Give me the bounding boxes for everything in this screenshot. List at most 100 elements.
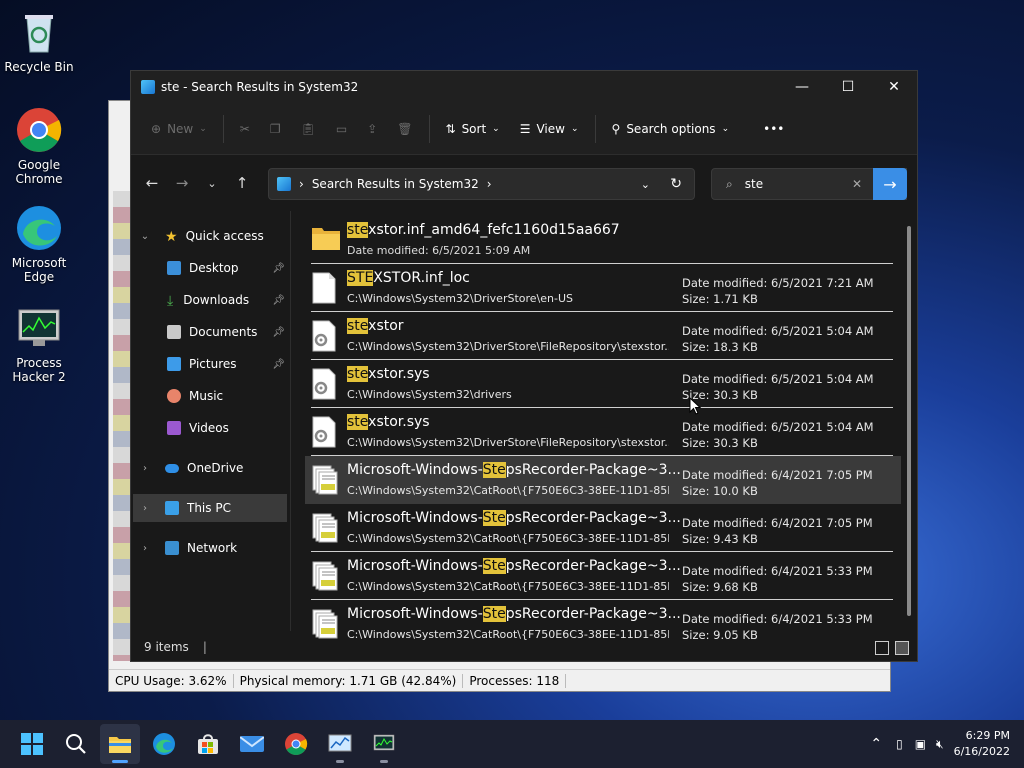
- desktop-icon-edge[interactable]: Microsoft Edge: [4, 204, 74, 284]
- sidebar-label: Network: [187, 541, 238, 555]
- result-row[interactable]: STEXSTOR.inf_loc C:\Windows\System32\Driv…: [305, 264, 901, 312]
- sidebar-item-network[interactable]: › Network: [131, 534, 289, 562]
- refresh-icon[interactable]: ↻: [670, 176, 682, 192]
- desktop-icon-label: Process: [16, 356, 62, 370]
- result-name: STEXSTOR.inf_loc: [347, 270, 470, 286]
- result-row[interactable]: stexstor C:\Windows\System32\DriverStore\…: [305, 312, 901, 360]
- item-count: 9 items: [144, 640, 189, 654]
- maximize-button[interactable]: ☐: [825, 71, 871, 103]
- search-button[interactable]: [56, 724, 96, 764]
- address-dropdown-icon[interactable]: ⌄: [641, 178, 650, 191]
- cut-button[interactable]: ✂: [230, 113, 260, 145]
- result-name: Microsoft-Windows-StepsRecorder-Package~…: [347, 606, 681, 622]
- forward-arrow-icon[interactable]: →: [167, 174, 197, 192]
- search-go-button[interactable]: →: [873, 168, 907, 200]
- see-more-button[interactable]: •••: [753, 113, 794, 145]
- search-folder-icon: [141, 80, 155, 94]
- details-view-icon[interactable]: [875, 641, 889, 655]
- delete-button[interactable]: 🗑︎: [387, 113, 422, 145]
- taskbar-file-explorer[interactable]: [100, 724, 140, 764]
- taskbar-store[interactable]: [188, 724, 228, 764]
- security-catalog-icon: [311, 560, 341, 592]
- desktop-icon-label: Recycle Bin: [4, 60, 74, 74]
- search-match-highlight: STE: [347, 270, 374, 286]
- address-bar[interactable]: › Search Results in System32 › ⌄ ↻: [268, 168, 695, 200]
- search-match-highlight: ste: [347, 366, 369, 382]
- chevron-right-icon[interactable]: ›: [137, 503, 153, 514]
- search-folder-icon: [277, 177, 291, 191]
- result-row[interactable]: stexstor.sys C:\Windows\System32\drivers D…: [305, 360, 901, 408]
- sort-label: Sort: [461, 121, 487, 136]
- clock[interactable]: 6:29 PM 6/16/2022: [954, 728, 1010, 760]
- taskbar-resource-monitor[interactable]: [320, 724, 360, 764]
- chevron-up-icon[interactable]: ⌃: [870, 736, 882, 752]
- folder-icon: [109, 737, 131, 753]
- paste-button[interactable]: 📋︎: [291, 113, 326, 145]
- edge-icon: [153, 733, 175, 755]
- up-arrow-icon[interactable]: ↑: [227, 174, 257, 192]
- taskbar-chrome[interactable]: [276, 724, 316, 764]
- result-row[interactable]: stexstor.sys C:\Windows\System32\DriverSt…: [305, 408, 901, 456]
- command-bar: ⊕ New ⌄ ✂ ❐ 📋︎ ▭ ⇪ 🗑︎ ⇅ Sort ⌄ ☰ View ⌄ …: [131, 103, 917, 155]
- result-row[interactable]: Microsoft-Windows-StepsRecorder-Package~…: [305, 504, 901, 552]
- sidebar-item-pictures[interactable]: Pictures 📌︎: [167, 350, 289, 378]
- sidebar-label: Pictures: [189, 357, 237, 371]
- computer-icon: [165, 501, 179, 515]
- result-date-modified: Date modified: 6/4/2021 7:05 PM: [682, 468, 873, 482]
- taskbar-process-hacker[interactable]: [364, 724, 404, 764]
- sidebar-item-this-pc[interactable]: › This PC: [133, 494, 287, 522]
- search-icon: ⌕: [726, 176, 733, 191]
- folder-icon: [311, 224, 341, 256]
- new-button[interactable]: ⊕ New ⌄: [141, 113, 217, 145]
- desktop-icon-chrome[interactable]: Google Chrome: [4, 106, 74, 186]
- tiles-view-icon[interactable]: [895, 641, 909, 655]
- vertical-scrollbar[interactable]: [907, 226, 911, 616]
- sidebar-item-documents[interactable]: Documents 📌︎: [167, 318, 289, 346]
- documents-icon: [167, 325, 181, 339]
- clear-search-icon[interactable]: ✕: [852, 177, 862, 191]
- chevron-right-icon[interactable]: ›: [137, 463, 153, 474]
- security-catalog-icon: [311, 512, 341, 544]
- search-value: ste: [744, 177, 764, 191]
- sort-button[interactable]: ⇅ Sort ⌄: [436, 113, 510, 145]
- start-button[interactable]: [12, 724, 52, 764]
- result-row[interactable]: stexstor.inf_amd64_fefc1160d15aa667 Date …: [305, 216, 901, 264]
- recent-locations-chevron-icon[interactable]: ⌄: [197, 177, 227, 190]
- sidebar-item-music[interactable]: Music: [167, 382, 289, 410]
- close-button[interactable]: ✕: [871, 71, 917, 103]
- sidebar-item-onedrive[interactable]: › OneDrive: [131, 454, 289, 482]
- rename-button[interactable]: ▭: [326, 113, 357, 145]
- active-indicator: [112, 760, 128, 763]
- search-options-button[interactable]: ⚲ Search options ⌄: [602, 113, 740, 145]
- scissors-icon: ✂: [239, 121, 250, 136]
- search-match-highlight: ste: [347, 222, 369, 238]
- result-row[interactable]: Microsoft-Windows-StepsRecorder-Package~…: [305, 456, 901, 504]
- result-row[interactable]: Microsoft-Windows-StepsRecorder-Package~…: [305, 552, 901, 600]
- title-bar[interactable]: ste - Search Results in System32 — ☐ ✕: [131, 71, 917, 103]
- volume-muted-icon[interactable]: 🔇︎: [936, 737, 944, 752]
- file-explorer-window[interactable]: ste - Search Results in System32 — ☐ ✕ ⊕…: [130, 70, 918, 662]
- taskbar-edge[interactable]: [144, 724, 184, 764]
- sidebar-item-desktop[interactable]: Desktop 📌︎: [167, 254, 289, 282]
- share-button[interactable]: ⇪: [357, 113, 387, 145]
- chevron-down-icon[interactable]: ⌄: [137, 231, 153, 242]
- star-icon: ★: [165, 229, 178, 245]
- chevron-down-icon: ⌄: [492, 123, 500, 134]
- copy-button[interactable]: ❐: [260, 113, 291, 145]
- sidebar-item-videos[interactable]: Videos: [167, 414, 289, 442]
- view-toggle: [875, 641, 909, 655]
- back-arrow-icon[interactable]: ←: [137, 174, 167, 192]
- taskbar-mail[interactable]: [232, 724, 272, 764]
- chevron-right-icon[interactable]: ›: [137, 543, 153, 554]
- desktop-icon-recycle-bin[interactable]: Recycle Bin: [4, 8, 74, 74]
- process-hacker-icon: [373, 734, 395, 751]
- minimize-button[interactable]: —: [779, 71, 825, 103]
- sidebar-item-quick-access[interactable]: ⌄ ★ Quick access: [131, 222, 289, 250]
- sidebar-item-downloads[interactable]: ⤓ Downloads 📌︎: [167, 286, 289, 314]
- view-button[interactable]: ☰ View ⌄: [510, 113, 589, 145]
- network-status-icon[interactable]: ▣: [915, 737, 926, 751]
- result-name-rest: psRecorder-Package~3...: [505, 462, 681, 478]
- usb-device-icon[interactable]: ▯: [896, 737, 903, 751]
- result-name-prefix: Microsoft-Windows-: [347, 510, 483, 526]
- desktop-icon-process-hacker[interactable]: Process Hacker 2: [4, 304, 74, 384]
